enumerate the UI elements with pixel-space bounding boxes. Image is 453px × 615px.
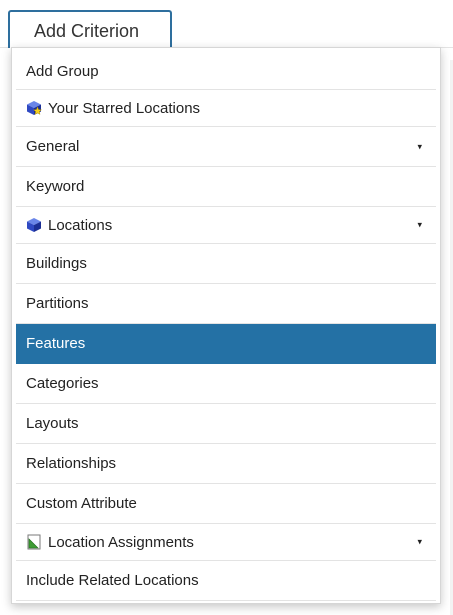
menu-item-layouts[interactable]: Layouts <box>16 404 436 444</box>
caret-down-icon: ▾ <box>417 536 422 547</box>
menu-item-label: Location Assignments <box>48 533 194 551</box>
menu-item-label: Partitions <box>26 295 89 312</box>
caret-down-icon: ▾ <box>417 219 422 230</box>
menu-item-include-related-locations[interactable]: Include Related Locations <box>16 561 436 601</box>
menu-item-categories[interactable]: Categories <box>16 364 436 404</box>
menu-item-label: Buildings <box>26 255 87 272</box>
menu-item-label: Include Related Locations <box>26 572 199 589</box>
menu-item-general[interactable]: General ▾ <box>16 127 436 167</box>
menu-item-label: General <box>26 138 80 155</box>
menu-item-label: Features <box>26 335 86 352</box>
caret-down-icon: ▾ <box>417 141 422 151</box>
menu-item-partitions[interactable]: Partitions <box>16 284 436 324</box>
menu-item-label: Categories <box>26 375 99 392</box>
menu-item-label: Your Starred Locations <box>48 99 201 117</box>
menu-item-keyword[interactable]: Keyword <box>16 167 436 207</box>
menu-item-label: Layouts <box>26 415 79 432</box>
menu-item-location-assignments[interactable]: Location Assignments ▾ <box>16 524 436 561</box>
menu-item-label: Locations <box>48 216 113 234</box>
menu-item-relationships[interactable]: Relationships <box>16 444 436 484</box>
menu-item-features[interactable]: Features <box>16 324 436 364</box>
menu-item-your-starred-locations[interactable]: Your Starred Locations <box>16 90 436 127</box>
menu-item-label: Custom Attribute <box>26 495 137 512</box>
menu-item-locations[interactable]: Locations ▾ <box>16 207 436 244</box>
criterion-dropdown-menu: Add Group Your Starred Locations General… <box>11 47 441 604</box>
menu-item-custom-attribute[interactable]: Custom Attribute <box>16 484 436 524</box>
add-criterion-button[interactable]: Add Criterion <box>8 10 172 48</box>
menu-item-buildings[interactable]: Buildings <box>16 244 436 284</box>
add-criterion-panel: Add Criterion Add Group Your Starred Loc… <box>0 0 453 615</box>
starred-cube-icon <box>26 100 42 116</box>
menu-item-add-group[interactable]: Add Group <box>16 53 436 90</box>
menu-item-label: Relationships <box>26 455 117 472</box>
cube-icon <box>26 217 42 233</box>
menu-item-label: Keyword <box>26 178 85 195</box>
assignment-icon <box>26 534 42 550</box>
menu-item-label: Add Group <box>26 62 99 80</box>
